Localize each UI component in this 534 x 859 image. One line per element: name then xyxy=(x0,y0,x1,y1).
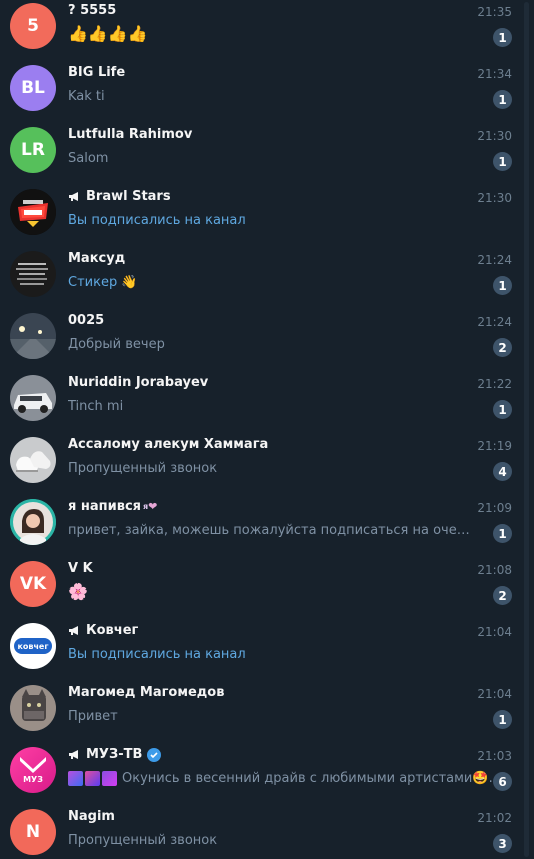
chat-time: 21:02 xyxy=(477,811,512,825)
media-thumbnail xyxy=(102,771,117,786)
text-photo-icon xyxy=(10,251,56,297)
chat-time: 21:35 xyxy=(477,5,512,19)
last-message: Kak ti xyxy=(68,89,105,104)
last-message: Окунись в весенний драйв с любимыми арти… xyxy=(122,771,501,786)
chat-row[interactable]: N Nagim 21:02 Пропущенный звонок 3 xyxy=(0,806,520,859)
chat-name: Nuriddin Jorabayev xyxy=(68,375,209,390)
cat-photo-icon xyxy=(10,685,56,731)
megaphone-icon xyxy=(69,750,78,759)
chat-time: 21:03 xyxy=(477,749,512,763)
chat-name: Lutfulla Rahimov xyxy=(68,127,193,142)
chat-name: 0025 xyxy=(68,313,105,328)
brawl-stars-logo-icon xyxy=(10,189,56,235)
avatar: N xyxy=(10,809,56,855)
chat-name: я напився я ❤ xyxy=(68,499,158,514)
last-message: Salom xyxy=(68,151,109,166)
chat-name: Ковчег xyxy=(68,623,468,638)
unread-badge: 1 xyxy=(493,90,512,109)
heart-icon: ❤ xyxy=(148,500,158,513)
muz-tv-logo-icon: МУЗ xyxy=(10,747,56,793)
avatar: BL xyxy=(10,65,56,111)
message-thumbnails: Окунись в весенний драйв с любимыми арти… xyxy=(68,771,501,786)
chat-row[interactable]: я напився я ❤ 21:09 привет, зайка, можеш… xyxy=(0,496,520,558)
chat-time: 21:22 xyxy=(477,377,512,391)
last-message: 👍👍👍👍 xyxy=(68,24,148,43)
last-message: Привет xyxy=(68,709,118,724)
chat-name: BIG Life xyxy=(68,65,126,80)
kovcheg-logo-icon: ковчег xyxy=(10,623,56,669)
unread-badge: 1 xyxy=(493,400,512,419)
chat-name: Nagim xyxy=(68,809,115,824)
chat-name: V K xyxy=(68,561,93,576)
chat-row[interactable]: 5 ? 5555 21:35 👍👍👍👍 1 xyxy=(0,0,520,62)
chat-row[interactable]: Ассалому алекум Хаммага 21:19 Пропущенны… xyxy=(0,434,520,496)
chat-time: 21:30 xyxy=(477,129,512,143)
unread-badge: 1 xyxy=(493,524,512,543)
night-road-photo-icon xyxy=(10,313,56,359)
chat-row[interactable]: ковчег Ковчег 21:04 Вы подписались на ка… xyxy=(0,620,520,682)
last-message: Вы подписались на канал xyxy=(68,647,246,662)
chat-time: 21:08 xyxy=(477,563,512,577)
chat-time: 21:19 xyxy=(477,439,512,453)
girl-portrait-photo-icon xyxy=(10,499,56,545)
last-message: Добрый вечер xyxy=(68,337,165,352)
media-thumbnail xyxy=(68,771,83,786)
chat-name: МУЗ-ТВ xyxy=(68,747,468,762)
unread-badge: 1 xyxy=(493,152,512,171)
chat-row[interactable]: LR Lutfulla Rahimov 21:30 Salom 1 xyxy=(0,124,520,186)
chat-time: 21:24 xyxy=(477,253,512,267)
last-message: Tinch mi xyxy=(68,399,124,414)
chat-row[interactable]: 0025 21:24 Добрый вечер 2 xyxy=(0,310,520,372)
last-message: привет, зайка, можешь пожалуйста подписа… xyxy=(68,523,478,538)
white-sneakers-photo-icon xyxy=(10,437,56,483)
unread-badge: 2 xyxy=(493,338,512,357)
chat-name: Магомед Магомедов xyxy=(68,685,225,700)
chat-row[interactable]: Nuriddin Jorabayev 21:22 Tinch mi 1 xyxy=(0,372,520,434)
chat-time: 21:34 xyxy=(477,67,512,81)
chat-time: 21:04 xyxy=(477,687,512,701)
chat-time: 21:04 xyxy=(477,625,512,639)
white-car-photo-icon xyxy=(10,375,56,421)
avatar: LR xyxy=(10,127,56,173)
unread-badge: 1 xyxy=(493,276,512,295)
last-message: Пропущенный звонок xyxy=(68,461,218,476)
chat-name: ? 5555 xyxy=(68,3,117,18)
avatar: VK xyxy=(10,561,56,607)
chat-time: 21:09 xyxy=(477,501,512,515)
scrollbar[interactable] xyxy=(521,0,534,859)
avatar: 5 xyxy=(10,3,56,49)
megaphone-icon xyxy=(69,626,78,635)
chat-row[interactable]: Brawl Stars 21:30 Вы подписались на кана… xyxy=(0,186,520,248)
chat-row[interactable]: Максуд 21:24 Стикер 👋 1 xyxy=(0,248,520,310)
chat-row[interactable]: Магомед Магомедов 21:04 Привет 1 xyxy=(0,682,520,744)
last-message: Пропущенный звонок xyxy=(68,833,218,848)
chat-name: Максуд xyxy=(68,251,126,266)
megaphone-icon xyxy=(69,192,78,201)
media-thumbnail xyxy=(85,771,100,786)
chat-time: 21:24 xyxy=(477,315,512,329)
unread-badge: 1 xyxy=(493,28,512,47)
unread-badge: 4 xyxy=(493,462,512,481)
last-message: Вы подписались на канал xyxy=(68,213,246,228)
chat-time: 21:30 xyxy=(477,191,512,205)
unread-badge: 2 xyxy=(493,586,512,605)
chat-row[interactable]: VK V K 21:08 🌸 2 xyxy=(0,558,520,620)
chat-list[interactable]: 5 ? 5555 21:35 👍👍👍👍 1 BL BIG Life 21:34 … xyxy=(0,0,520,859)
chat-row[interactable]: BL BIG Life 21:34 Kak ti 1 xyxy=(0,62,520,124)
last-message: 🌸 xyxy=(68,582,88,601)
unread-badge: 3 xyxy=(493,834,512,853)
scrollbar-thumb[interactable] xyxy=(524,2,529,857)
chat-name: Ассалому алекум Хаммага xyxy=(68,437,269,452)
verified-icon xyxy=(147,747,162,762)
unread-badge: 6 xyxy=(493,772,512,791)
last-message: Стикер 👋 xyxy=(68,275,138,290)
chat-name: Brawl Stars xyxy=(68,189,468,204)
unread-badge: 1 xyxy=(493,710,512,729)
chat-row[interactable]: МУЗ МУЗ-ТВ 21:03 Окунись в весенний драй… xyxy=(0,744,520,806)
